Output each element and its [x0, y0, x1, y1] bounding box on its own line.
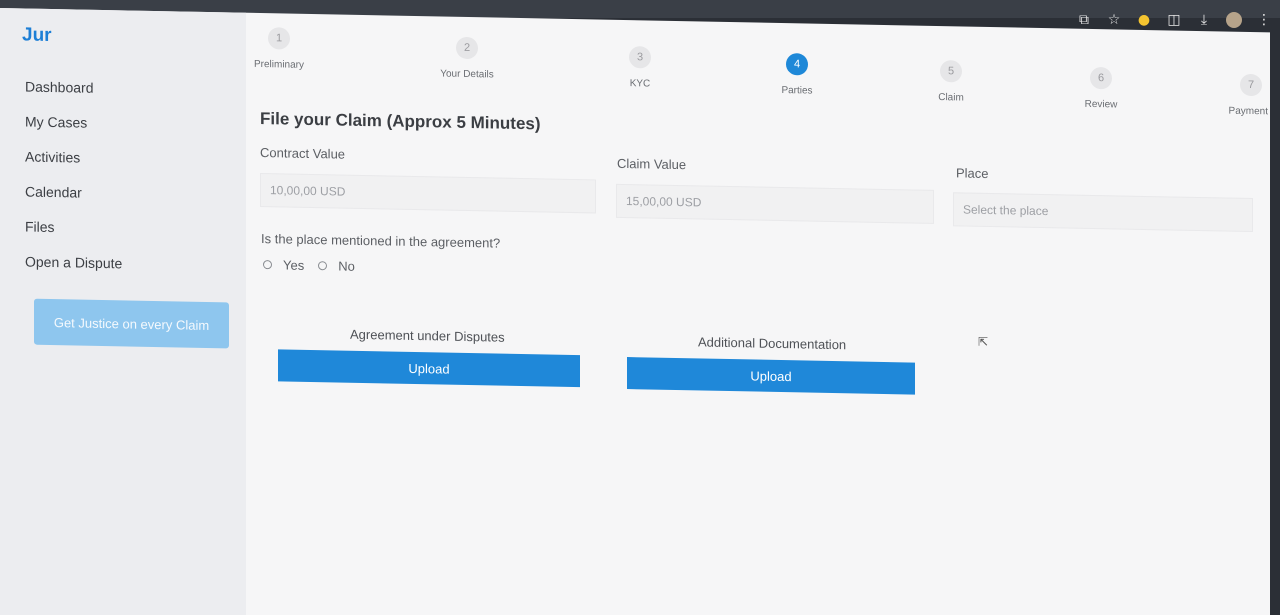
star-icon[interactable]: ☆ — [1106, 12, 1122, 28]
step-number: 3 — [629, 46, 651, 69]
step-label: Claim — [938, 92, 964, 104]
step-number: 7 — [1240, 73, 1262, 97]
logo[interactable]: Jur — [22, 24, 52, 47]
cast-icon[interactable]: ⧉ — [1076, 12, 1092, 28]
step-claim[interactable]: 5 Claim — [906, 59, 996, 104]
sidebar-item-files[interactable]: Files — [25, 218, 122, 255]
app-window: Jur Dashboard My Cases Activities Calend… — [0, 8, 1270, 615]
radio-no-label: No — [338, 258, 355, 274]
step-preliminary[interactable]: 1 Preliminary — [234, 26, 324, 71]
avatar[interactable] — [1226, 12, 1242, 28]
sidebar-item-open-a-dispute[interactable]: Open a Dispute — [25, 253, 122, 290]
step-kyc[interactable]: 3 KYC — [595, 45, 685, 90]
step-payment[interactable]: 7 Payment — [1178, 73, 1268, 118]
menu-icon[interactable]: ⋮ — [1256, 12, 1272, 28]
step-your-details[interactable]: 2 Your Details — [422, 36, 512, 81]
download-icon[interactable]: ⤓ — [1196, 12, 1212, 28]
step-label: Preliminary — [253, 58, 304, 71]
stepper: 1 Preliminary 2 Your Details 3 KYC 4 Par… — [250, 13, 1270, 123]
claim-value-label: Claim Value — [617, 155, 687, 173]
step-label: Payment — [1228, 105, 1268, 118]
radio-yes-circle[interactable] — [263, 260, 272, 270]
step-parties[interactable]: 4 Parties — [752, 52, 842, 97]
mouse-cursor-icon: ⇱ — [978, 334, 989, 349]
radio-no-circle[interactable] — [318, 261, 328, 271]
step-number: 6 — [1090, 66, 1112, 90]
place-radio-group: Yes No — [263, 257, 369, 274]
claim-value-input[interactable]: 15,00,00 USD — [616, 183, 934, 224]
sidebar-item-calendar[interactable]: Calendar — [25, 183, 122, 220]
sidebar-item-my-cases[interactable]: My Cases — [25, 113, 122, 150]
sidebar-nav: Dashboard My Cases Activities Calendar F… — [25, 78, 122, 290]
additional-docs-label: Additional Documentation — [698, 334, 847, 353]
step-label: KYC — [629, 78, 651, 90]
contract-value-input[interactable]: 10,00,00 USD — [260, 172, 596, 214]
sidebar: Jur Dashboard My Cases Activities Calend… — [0, 8, 246, 615]
step-number: 2 — [456, 36, 478, 60]
agreement-upload-button[interactable]: Upload — [278, 349, 580, 388]
additional-docs-upload-button[interactable]: Upload — [627, 357, 915, 395]
step-number: 5 — [940, 60, 962, 83]
puzzle-icon[interactable]: ◫ — [1166, 12, 1182, 28]
get-justice-button[interactable]: Get Justice on every Claim — [34, 298, 229, 349]
step-number: 4 — [786, 53, 808, 76]
contract-value-label: Contract Value — [260, 144, 346, 162]
main-content: 1 Preliminary 2 Your Details 3 KYC 4 Par… — [250, 13, 1270, 615]
place-select[interactable]: Select the place — [953, 192, 1253, 233]
page-title: File your Claim (Approx 5 Minutes) — [260, 108, 541, 134]
step-number: 1 — [268, 27, 290, 50]
radio-yes[interactable]: Yes — [263, 257, 304, 273]
sidebar-item-dashboard[interactable]: Dashboard — [25, 78, 122, 115]
step-label: Parties — [781, 85, 813, 97]
place-label: Place — [956, 165, 989, 181]
radio-yes-label: Yes — [283, 257, 305, 273]
browser-icons: ⧉ ☆ ● ◫ ⤓ ⋮ — [1076, 12, 1272, 28]
radio-no[interactable]: No — [318, 258, 355, 274]
extension-icon[interactable]: ● — [1136, 12, 1152, 28]
place-question: Is the place mentioned in the agreement? — [261, 231, 501, 251]
step-label: Review — [1084, 98, 1118, 111]
sidebar-item-activities[interactable]: Activities — [25, 148, 122, 185]
step-label: Your Details — [440, 68, 494, 81]
agreement-upload-label: Agreement under Disputes — [350, 326, 505, 345]
step-review[interactable]: 6 Review — [1056, 66, 1146, 111]
